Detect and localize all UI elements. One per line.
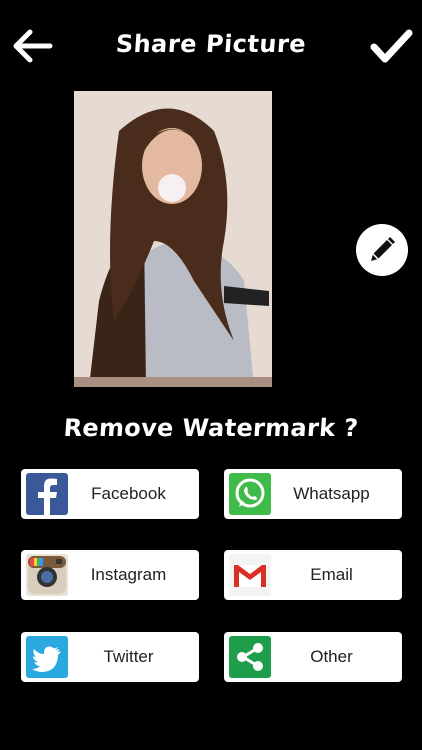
share-whatsapp-label: Whatsapp	[293, 484, 370, 503]
photo-preview	[74, 91, 272, 387]
share-instagram-label: Instagram	[90, 565, 167, 584]
facebook-icon	[26, 473, 68, 515]
instagram-icon	[26, 554, 68, 596]
page-title: Share Picture	[114, 30, 308, 58]
whatsapp-icon	[229, 473, 271, 515]
pencil-icon	[371, 236, 396, 261]
header-bar: Share Picture	[0, 0, 422, 92]
remove-watermark-prompt[interactable]: Remove Watermark ?	[0, 414, 422, 442]
share-facebook-label: Facebook	[91, 484, 166, 503]
edit-button[interactable]	[356, 224, 408, 276]
share-twitter-button[interactable]: Twitter	[21, 632, 199, 682]
share-other-button[interactable]: Other	[224, 632, 402, 682]
checkmark-icon	[370, 29, 413, 63]
share-icon	[229, 636, 271, 678]
share-instagram-button[interactable]: Instagram	[21, 550, 199, 600]
share-twitter-label: Twitter	[103, 647, 154, 666]
gmail-icon	[229, 554, 271, 596]
portrait-image	[74, 91, 272, 387]
share-email-button[interactable]: Email	[224, 550, 402, 600]
confirm-button[interactable]	[368, 26, 414, 66]
share-whatsapp-button[interactable]: Whatsapp	[224, 469, 402, 519]
share-other-label: Other	[310, 647, 353, 666]
twitter-icon	[26, 636, 68, 678]
share-email-label: Email	[310, 565, 353, 584]
share-facebook-button[interactable]: Facebook	[21, 469, 199, 519]
